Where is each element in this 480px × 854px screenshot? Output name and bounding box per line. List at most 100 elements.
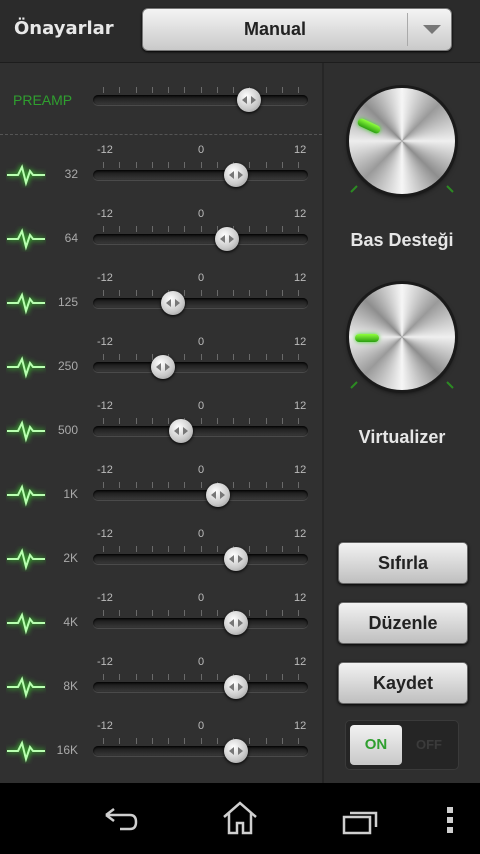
tick-mark [168, 738, 169, 744]
tick-mark [184, 738, 185, 744]
home-icon[interactable] [222, 801, 258, 835]
preamp-track[interactable] [93, 95, 308, 105]
tick-mark [184, 482, 185, 488]
save-button[interactable]: Kaydet [338, 662, 468, 704]
slider-ticks [93, 290, 308, 296]
slider-thumb[interactable] [169, 419, 193, 443]
tick-mark [168, 610, 169, 616]
tick-mark [152, 610, 153, 616]
tick-mark [119, 290, 120, 296]
eq-power-toggle[interactable]: ON OFF [345, 720, 459, 770]
slider-thumb[interactable] [237, 88, 261, 112]
band-slider-track[interactable] [93, 746, 308, 756]
tick-mark [201, 162, 202, 168]
band-slider-track[interactable] [93, 618, 308, 628]
tick-mark [103, 738, 104, 744]
tick-mark [136, 87, 137, 93]
tick-mark [233, 418, 234, 424]
edit-button[interactable]: Düzenle [338, 602, 468, 644]
slider-thumb[interactable] [224, 675, 248, 699]
band-frequency-label: 8K [63, 679, 78, 693]
tick-mark [168, 482, 169, 488]
slider-thumb[interactable] [224, 611, 248, 635]
slider-thumb[interactable] [215, 227, 239, 251]
tick-mark [168, 418, 169, 424]
tick-mark [233, 354, 234, 360]
tick-mark [233, 290, 234, 296]
band-frequency-label: 250 [57, 359, 78, 373]
dropdown-separator [407, 13, 408, 46]
tick-mark [119, 738, 120, 744]
tick-mark [266, 546, 267, 552]
scale-label-mid: 0 [198, 400, 205, 412]
tick-mark [201, 354, 202, 360]
slider-thumb[interactable] [224, 163, 248, 187]
scale-label-mid: 0 [198, 720, 205, 732]
slider-thumb[interactable] [224, 739, 248, 763]
tick-mark [282, 674, 283, 680]
slider-ticks [93, 354, 308, 360]
band-slider-track[interactable] [93, 170, 308, 180]
slider-thumb[interactable] [206, 483, 230, 507]
scale-label-mid: 0 [198, 528, 205, 540]
scale-label-max: 12 [294, 528, 307, 540]
tick-mark [201, 418, 202, 424]
band-slider-track[interactable] [93, 490, 308, 500]
band-frequency-label: 1K [63, 487, 78, 501]
preset-dropdown[interactable]: Manual [142, 8, 452, 51]
tick-mark [217, 162, 218, 168]
tick-mark [201, 738, 202, 744]
tick-mark [119, 226, 120, 232]
knob-face [349, 88, 455, 194]
tick-mark [249, 546, 250, 552]
tick-mark [103, 482, 104, 488]
toggle-off[interactable]: OFF [404, 725, 454, 765]
tick-mark [233, 482, 234, 488]
tick-mark [266, 290, 267, 296]
back-icon[interactable] [102, 807, 140, 833]
band-slider-track[interactable] [93, 554, 308, 564]
navigation-bar [0, 783, 480, 854]
band-slider-track[interactable] [93, 426, 308, 436]
tick-mark [282, 418, 283, 424]
tick-mark [168, 162, 169, 168]
band-slider-track[interactable] [93, 362, 308, 372]
slider-ticks [93, 162, 308, 168]
knob-indicator [355, 334, 379, 342]
tick-mark [201, 87, 202, 93]
tick-mark [298, 162, 299, 168]
tick-mark [168, 226, 169, 232]
slider-ticks [93, 87, 308, 93]
band-slider-track[interactable] [93, 234, 308, 244]
tick-mark [266, 418, 267, 424]
reset-button[interactable]: Sıfırla [338, 542, 468, 584]
tick-mark [136, 354, 137, 360]
slider-thumb[interactable] [224, 547, 248, 571]
band-slider-track[interactable] [93, 298, 308, 308]
tick-mark [217, 418, 218, 424]
tick-mark [184, 226, 185, 232]
slider-ticks [93, 418, 308, 424]
tick-mark [217, 738, 218, 744]
slider-thumb[interactable] [161, 291, 185, 315]
tick-mark [298, 546, 299, 552]
scale-label-min: -12 [97, 528, 113, 540]
slider-thumb[interactable] [151, 355, 175, 379]
scale-label-min: -12 [97, 464, 113, 476]
tick-mark [217, 354, 218, 360]
scale-label-max: 12 [294, 336, 307, 348]
bass-knob-ticks [350, 185, 454, 193]
tick-mark [266, 482, 267, 488]
toggle-on[interactable]: ON [350, 725, 402, 765]
tick-mark [136, 674, 137, 680]
band-frequency-label: 500 [57, 423, 78, 437]
recent-apps-icon[interactable] [340, 807, 380, 835]
scale-label-mid: 0 [198, 592, 205, 604]
tick-mark [103, 418, 104, 424]
tick-mark [184, 354, 185, 360]
menu-icon[interactable] [444, 805, 456, 835]
band-frequency-label: 64 [64, 231, 78, 245]
tick-mark [184, 290, 185, 296]
band-frequency-label: 32 [64, 167, 78, 181]
band-slider-track[interactable] [93, 682, 308, 692]
